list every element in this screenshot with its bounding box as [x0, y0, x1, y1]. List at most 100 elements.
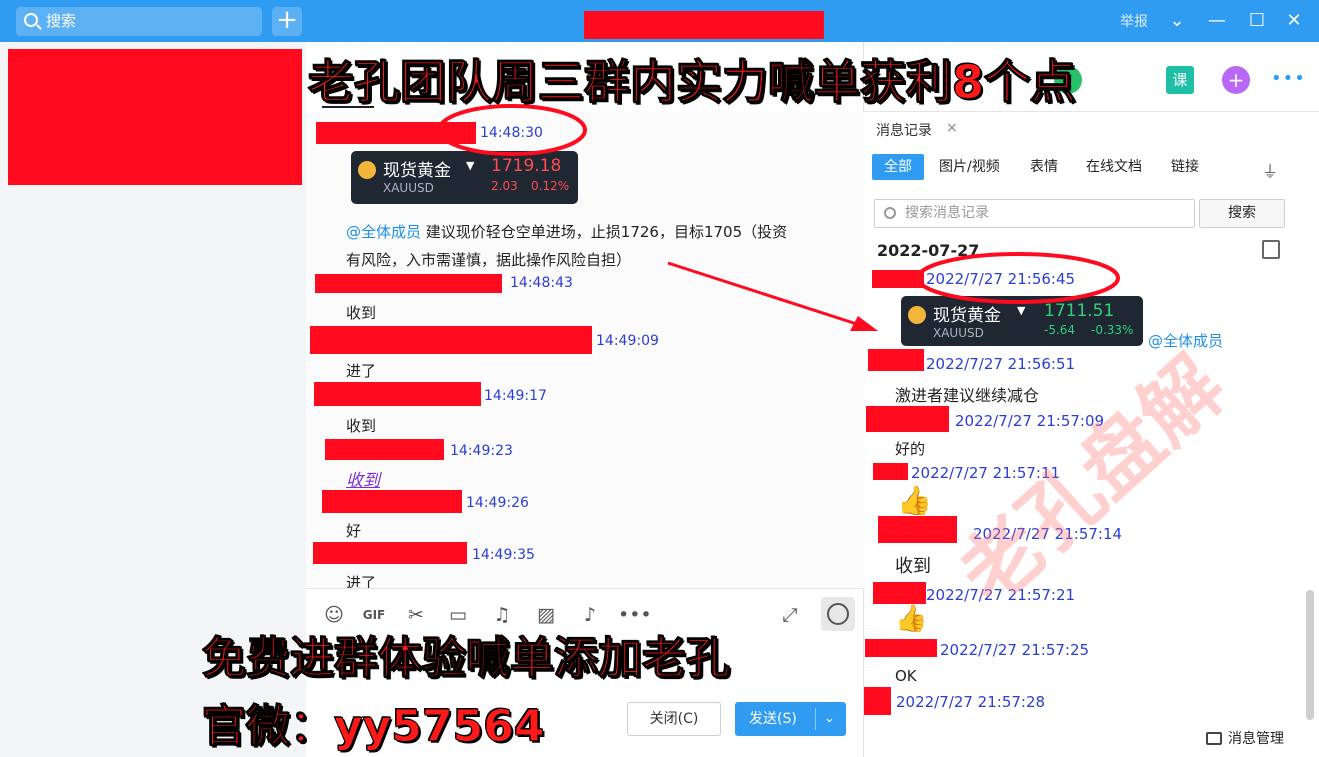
history-search-input[interactable]: 搜索消息记录 — [874, 199, 1195, 228]
message-time: 14:49:09 — [596, 333, 659, 349]
app-window: 搜索 + 举报 ⌄ — ☐ ✕ 14:48:30 现货黄金 ▼ XAUUSD 1… — [0, 0, 1319, 757]
maximize-icon[interactable]: ☐ — [1245, 8, 1269, 34]
history-button[interactable] — [821, 597, 855, 631]
redacted-sender — [314, 382, 481, 406]
entry-text: 激进者建议继续减仓 — [895, 386, 1040, 405]
filter-stickers[interactable]: 表情 — [1030, 154, 1058, 180]
card-change: -5.64 — [1044, 323, 1076, 337]
entry-text: OK — [895, 667, 917, 685]
gold-coin-icon — [908, 306, 926, 324]
filter-icon[interactable]: ⏚ — [1262, 158, 1278, 182]
entry-time: 2022/7/27 21:56:45 — [926, 270, 1076, 288]
history-search-placeholder: 搜索消息记录 — [905, 205, 989, 221]
gold-price-card[interactable]: 现货黄金 ▼ XAUUSD 1719.18 2.03 0.12% — [351, 151, 578, 204]
chevron-down-icon[interactable]: ⌄ — [1165, 8, 1189, 34]
more-icon[interactable]: ••• — [1271, 68, 1306, 89]
history-search-button[interactable]: 搜索 — [1199, 199, 1285, 228]
course-icon[interactable]: 课 — [1166, 66, 1194, 94]
entry-time: 2022/7/27 21:57:28 — [896, 693, 1046, 711]
card-name: 现货黄金 — [933, 306, 1001, 326]
card-price: 1711.51 — [1044, 301, 1115, 321]
chevron-down-icon[interactable]: ⌄ — [824, 702, 835, 736]
filter-all[interactable]: 全部 — [872, 154, 924, 180]
title-bar: 搜索 + 举报 ⌄ — ☐ ✕ — [0, 0, 1319, 42]
tab-message-history[interactable]: 消息记录 — [876, 120, 932, 140]
search-icon — [24, 13, 38, 27]
filter-media[interactable]: 图片/视频 — [939, 154, 1000, 180]
redacted-sender — [866, 406, 949, 432]
thumbs-up-emoji: 👍 — [897, 484, 932, 517]
minimize-icon[interactable]: — — [1205, 8, 1229, 34]
date-header: 2022-07-27 — [877, 241, 980, 260]
message-text: 好 — [346, 522, 362, 540]
chat-bubble-icon — [1206, 732, 1222, 745]
gold-price-card[interactable]: 现货黄金 ▼ XAUUSD 1711.51 -5.64 -0.33% — [901, 296, 1143, 346]
announcement-message: @全体成员 建议现价轻仓空单进场，止损1726，目标1705（投资 有风险，入市… — [346, 218, 856, 274]
history-scrollbar[interactable] — [1306, 590, 1314, 720]
card-change: 2.03 — [491, 179, 518, 193]
message-list: 14:48:30 现货黄金 ▼ XAUUSD 1719.18 2.03 0.12… — [306, 112, 864, 588]
redacted-sender — [322, 490, 462, 513]
redacted-sender — [325, 439, 444, 460]
redacted-conversation — [8, 49, 302, 185]
send-button[interactable]: 发送(S) ⌄ — [735, 702, 846, 736]
overlay-promo-line2: 官微：yy57564 — [201, 701, 545, 753]
message-time: 14:48:30 — [480, 125, 543, 141]
message-manage-button[interactable]: 消息管理 — [1206, 728, 1284, 748]
announcement-line1: 建议现价轻仓空单进场，止损1726，目标1705（投资 — [421, 223, 788, 241]
message-link-text[interactable]: 收到 — [346, 466, 380, 491]
redacted-sender — [873, 463, 908, 480]
search-placeholder: 搜索 — [46, 12, 77, 30]
redacted-sender — [864, 687, 891, 715]
caret-down-icon: ▼ — [1017, 304, 1026, 317]
redacted-sender — [873, 582, 926, 604]
announcement-line2: 有风险，入市需谨慎，据此操作风险自担） — [346, 251, 632, 269]
redacted-sender — [872, 270, 924, 288]
message-manage-label: 消息管理 — [1228, 731, 1284, 747]
card-price: 1719.18 — [491, 156, 562, 176]
mention-all[interactable]: @全体成员 — [346, 223, 421, 241]
send-divider — [815, 708, 816, 730]
close-icon[interactable]: × — [946, 120, 958, 136]
expand-icon[interactable]: ⤢ — [778, 603, 802, 627]
gold-coin-icon — [358, 161, 376, 179]
overlay-promo-line1: 免费进群体验喊单添加老孔 — [202, 633, 731, 685]
card-name: 现货黄金 — [383, 161, 451, 181]
redacted-sender — [315, 274, 502, 293]
search-icon — [884, 207, 896, 219]
redacted-sender — [865, 639, 937, 657]
message-text: 收到 — [346, 304, 377, 322]
message-time: 14:49:35 — [472, 547, 535, 563]
close-button[interactable]: 关闭(C) — [627, 702, 721, 736]
clock-icon — [827, 603, 849, 625]
card-change-pct: 0.12% — [531, 179, 570, 193]
caret-down-icon: ▼ — [466, 159, 475, 172]
close-icon[interactable]: ✕ — [1282, 8, 1306, 34]
card-change-pct: -0.33% — [1091, 323, 1134, 337]
message-text: 收到 — [346, 417, 377, 435]
filter-links[interactable]: 链接 — [1171, 154, 1199, 180]
message-time: 14:49:26 — [466, 495, 529, 511]
global-search-input[interactable]: 搜索 — [16, 7, 262, 36]
filter-docs[interactable]: 在线文档 — [1086, 154, 1142, 180]
redacted-sender — [868, 349, 924, 371]
redacted-title — [584, 11, 824, 39]
redacted-sender — [316, 122, 476, 144]
calendar-icon[interactable] — [1262, 240, 1280, 259]
report-link[interactable]: 举报 — [1120, 11, 1148, 31]
thumbs-up-emoji: 👍 — [895, 604, 928, 634]
add-app-icon[interactable]: + — [1222, 66, 1250, 94]
message-time: 14:49:23 — [450, 443, 513, 459]
entry-text: 好的 — [895, 440, 926, 458]
message-text: 进了 — [346, 574, 377, 588]
message-time: 14:49:17 — [484, 388, 547, 404]
redacted-sender — [310, 326, 592, 354]
send-label: 发送(S) — [749, 711, 797, 727]
add-button[interactable]: + — [272, 7, 302, 36]
entry-time: 2022/7/27 21:56:51 — [926, 355, 1076, 373]
card-code: XAUUSD — [383, 181, 434, 195]
entry-text: 收到 — [895, 556, 931, 577]
entry-time: 2022/7/27 21:57:25 — [940, 641, 1090, 659]
message-text: 进了 — [346, 362, 377, 380]
message-time: 14:48:43 — [510, 275, 573, 291]
